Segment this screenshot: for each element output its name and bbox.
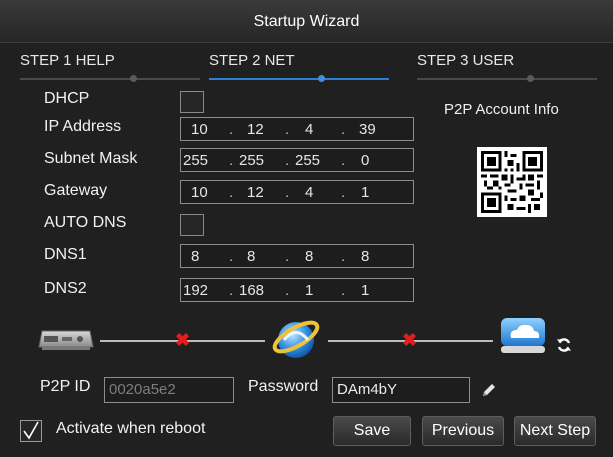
step-3-indicator — [527, 75, 534, 82]
octet-separator: . — [285, 184, 290, 201]
step-2-net[interactable]: STEP 2 NET — [209, 52, 295, 69]
dhcp-checkbox[interactable] — [180, 91, 204, 113]
octet: 168 — [239, 282, 265, 299]
startup-wizard-dialog: Startup Wizard STEP 1 HELP STEP 2 NET ST… — [0, 0, 613, 457]
previous-button[interactable]: Previous — [422, 416, 504, 446]
octet-separator: . — [285, 282, 290, 299]
step-2-indicator — [318, 75, 325, 82]
octet: 8 — [191, 248, 200, 265]
activate-checkbox[interactable] — [20, 420, 42, 442]
ip-address-field[interactable]: 10 . 12 . 4 . 39 — [180, 117, 414, 141]
octet: 4 — [305, 184, 314, 201]
octet: 4 — [305, 121, 314, 138]
step-2-track — [209, 78, 389, 80]
auto-dns-checkbox[interactable] — [180, 214, 204, 236]
octet-separator: . — [341, 152, 346, 169]
octet-separator: . — [229, 152, 234, 169]
activate-when-reboot-label: Activate when reboot — [56, 420, 206, 437]
password-field[interactable]: DAm4bY — [332, 377, 470, 403]
gateway-label: Gateway — [44, 182, 108, 199]
checkmark-icon — [23, 421, 39, 440]
octet: 255 — [295, 152, 321, 169]
octet-separator: . — [229, 184, 234, 201]
password-label: Password — [248, 378, 319, 395]
octet: 12 — [247, 121, 264, 138]
ip-address-label: IP Address — [44, 118, 122, 135]
octet-separator: . — [229, 282, 234, 299]
disconnected-x-icon: ✖ — [175, 330, 191, 350]
refresh-icon[interactable] — [556, 337, 572, 353]
dns2-label: DNS2 — [44, 280, 87, 297]
octet: 1 — [361, 282, 370, 299]
step-1-help[interactable]: STEP 1 HELP — [20, 52, 115, 69]
p2p-qr-code — [477, 147, 547, 217]
octet: 8 — [247, 248, 256, 265]
octet-separator: . — [229, 248, 234, 265]
octet: 10 — [191, 121, 208, 138]
octet: 255 — [239, 152, 265, 169]
window-title: Startup Wizard — [0, 0, 613, 43]
edit-pencil-icon[interactable] — [481, 382, 497, 398]
octet-separator: . — [285, 248, 290, 265]
octet: 255 — [183, 152, 209, 169]
p2p-account-info-title: P2P Account Info — [444, 101, 559, 118]
subnet-mask-field[interactable]: 255 . 255 . 255 . 0 — [180, 148, 414, 172]
dns1-label: DNS1 — [44, 246, 87, 263]
octet: 12 — [247, 184, 264, 201]
step-3-user[interactable]: STEP 3 USER — [417, 52, 514, 69]
octet-separator: . — [341, 184, 346, 201]
octet-separator: . — [341, 282, 346, 299]
step-1-indicator — [130, 75, 137, 82]
auto-dns-label: AUTO DNS — [44, 214, 127, 231]
octet: 192 — [183, 282, 209, 299]
dvr-icon — [38, 327, 94, 358]
octet: 1 — [361, 184, 370, 201]
octet-separator: . — [341, 248, 346, 265]
subnet-mask-label: Subnet Mask — [44, 150, 138, 167]
save-button[interactable]: Save — [333, 416, 411, 446]
octet-separator: . — [285, 121, 290, 138]
internet-icon — [270, 313, 322, 370]
next-step-button[interactable]: Next Step — [514, 416, 596, 446]
gateway-field[interactable]: 10 . 12 . 4 . 1 — [180, 180, 414, 204]
octet: 10 — [191, 184, 208, 201]
p2p-id-label: P2P ID — [40, 378, 91, 395]
dns2-field[interactable]: 192 . 168 . 1 . 1 — [180, 278, 414, 302]
octet: 1 — [305, 282, 314, 299]
disconnected-x-icon: ✖ — [402, 330, 418, 350]
octet: 8 — [361, 248, 370, 265]
p2p-id-field[interactable]: 0020a5e2 — [104, 377, 234, 403]
dns1-field[interactable]: 8 . 8 . 8 . 8 — [180, 244, 414, 268]
octet-separator: . — [341, 121, 346, 138]
octet-separator: . — [285, 152, 290, 169]
octet: 0 — [361, 152, 370, 169]
octet: 39 — [359, 121, 376, 138]
octet-separator: . — [229, 121, 234, 138]
octet: 8 — [305, 248, 314, 265]
dhcp-label: DHCP — [44, 90, 90, 107]
cloud-icon — [499, 316, 547, 361]
step-3-track — [417, 78, 597, 80]
step-1-track — [20, 78, 200, 80]
